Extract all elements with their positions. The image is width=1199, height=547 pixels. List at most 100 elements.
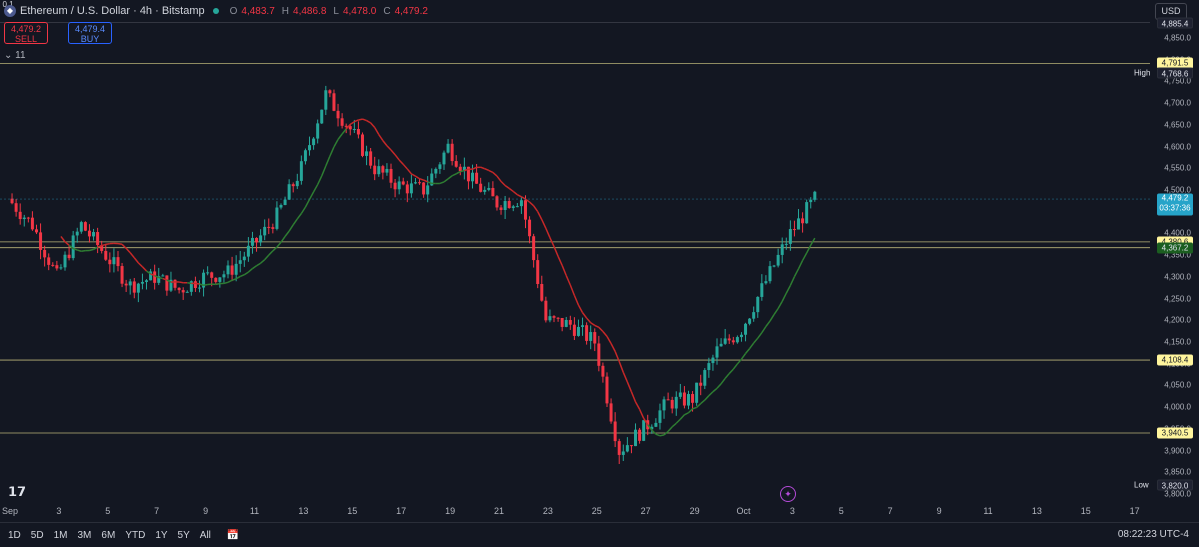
trend-line-segment [700,399,706,405]
price-tick-label: 3,900.0 [1164,446,1191,456]
trend-line-segment [231,278,237,281]
candle-body [360,134,364,156]
trend-line-segment [81,249,86,252]
candle-body [560,317,564,327]
range-1m-button[interactable]: 1M [54,530,68,541]
trend-line-segment [304,199,311,208]
go-to-date-calendar-icon[interactable]: 📅 [227,530,239,541]
buy-button[interactable]: 4,479.4 BUY [68,22,112,44]
trend-line-segment [728,368,734,375]
time-tick-label: 9 [936,506,942,516]
price-tick-label: 4,200.0 [1164,315,1191,325]
time-tick-label: 27 [640,506,651,516]
trend-line-segment [125,247,131,254]
candle-body [214,277,218,282]
trend-line-segment [227,279,233,283]
candle-body [234,263,238,275]
candle-body [731,340,735,343]
trend-line-segment [671,422,677,428]
chevron-down-icon: ⌄ [4,50,13,61]
price-tick-label: 4,000.0 [1164,402,1191,412]
indicators-toggle[interactable]: ⌄ 11 [4,50,26,61]
trend-line-segment [239,274,245,278]
high-price-tag: 4,768.6 [1157,67,1193,79]
time-tick-label: 5 [838,506,844,516]
candle-body [801,218,805,224]
tradingview-logo-icon[interactable]: 𝟭𝟳 [8,484,26,500]
candle-body [629,445,633,447]
range-5y-button[interactable]: 5Y [178,530,190,541]
candle-body [128,281,132,286]
candle-body [523,200,527,220]
symbol-title[interactable]: Ethereum / U.S. Dollar · 4h · Bitstamp [20,5,205,17]
candle-body [96,232,100,246]
candle-body [744,323,748,335]
candle-body [373,165,377,175]
candle-body [446,143,450,153]
candle-body [540,283,544,301]
level-price-tag: 4,885.4 [1157,17,1193,29]
candle-body [507,201,511,208]
candle-body [784,243,788,245]
trend-line-segment [321,165,327,177]
candle-body [666,399,670,401]
trend-line-segment [382,140,388,147]
sell-button[interactable]: 4,479.2 SELL [4,22,48,44]
candle-body [699,382,703,386]
candle-body [739,334,743,338]
candle-body [59,267,63,269]
trend-line-segment [415,175,420,180]
candle-body [34,229,38,233]
price-tick-label: 4,850.0 [1164,33,1191,43]
close-label: C [383,5,391,17]
candle-body [552,316,556,318]
candle-body [263,226,267,236]
price-chart[interactable] [0,0,1150,500]
trend-line-segment [638,408,645,419]
time-tick-label: 9 [203,506,209,516]
price-tick-label: 4,300.0 [1164,272,1191,282]
candle-body [422,182,426,195]
trend-line-segment [716,383,722,389]
trend-line-segment [781,292,787,302]
range-3m-button[interactable]: 3M [78,530,92,541]
trend-line-segment [325,155,331,167]
sell-label: SELL [14,34,38,44]
trend-line-segment [805,244,812,254]
trend-line-segment [423,179,428,183]
candle-body [328,90,332,94]
candle-body [536,260,540,284]
trend-line-segment [223,281,229,285]
range-6m-button[interactable]: 6M [101,530,115,541]
range-5d-button[interactable]: 5D [31,530,44,541]
candle-body [177,287,181,291]
candle-body [515,206,519,208]
candle-body [634,429,638,447]
trend-line-segment [358,118,363,121]
candle-body [748,318,752,324]
high-label: High [1134,68,1151,78]
candle-body [197,287,201,289]
trend-line-segment [696,402,702,408]
time-tick-label: 13 [298,506,309,516]
bottom-toolbar: 1D 5D 1M 3M 6M YTD 1Y 5Y All 📅 08:22:23 … [0,522,1199,547]
time-tick-label: Sep [1,506,19,516]
explore-icon[interactable]: ✦ [780,486,796,502]
candle-body [813,191,817,200]
trend-line-segment [573,295,580,306]
range-ytd-button[interactable]: YTD [125,530,145,541]
trend-line-segment [296,213,302,220]
candle-body [585,325,589,341]
range-all-button[interactable]: All [200,530,211,541]
candle-body [226,265,230,275]
range-1y-button[interactable]: 1Y [155,530,167,541]
range-1d-button[interactable]: 1D [8,530,21,541]
trend-line-segment [492,171,498,177]
clock[interactable]: 08:22:23 UTC-4 [1118,523,1189,547]
trend-line-segment [692,406,697,410]
candle-body [230,265,234,275]
time-tick-label: 15 [1080,506,1091,516]
trend-line-segment [137,262,143,268]
indicator-count: 11 [15,50,26,61]
candle-body [218,277,222,282]
